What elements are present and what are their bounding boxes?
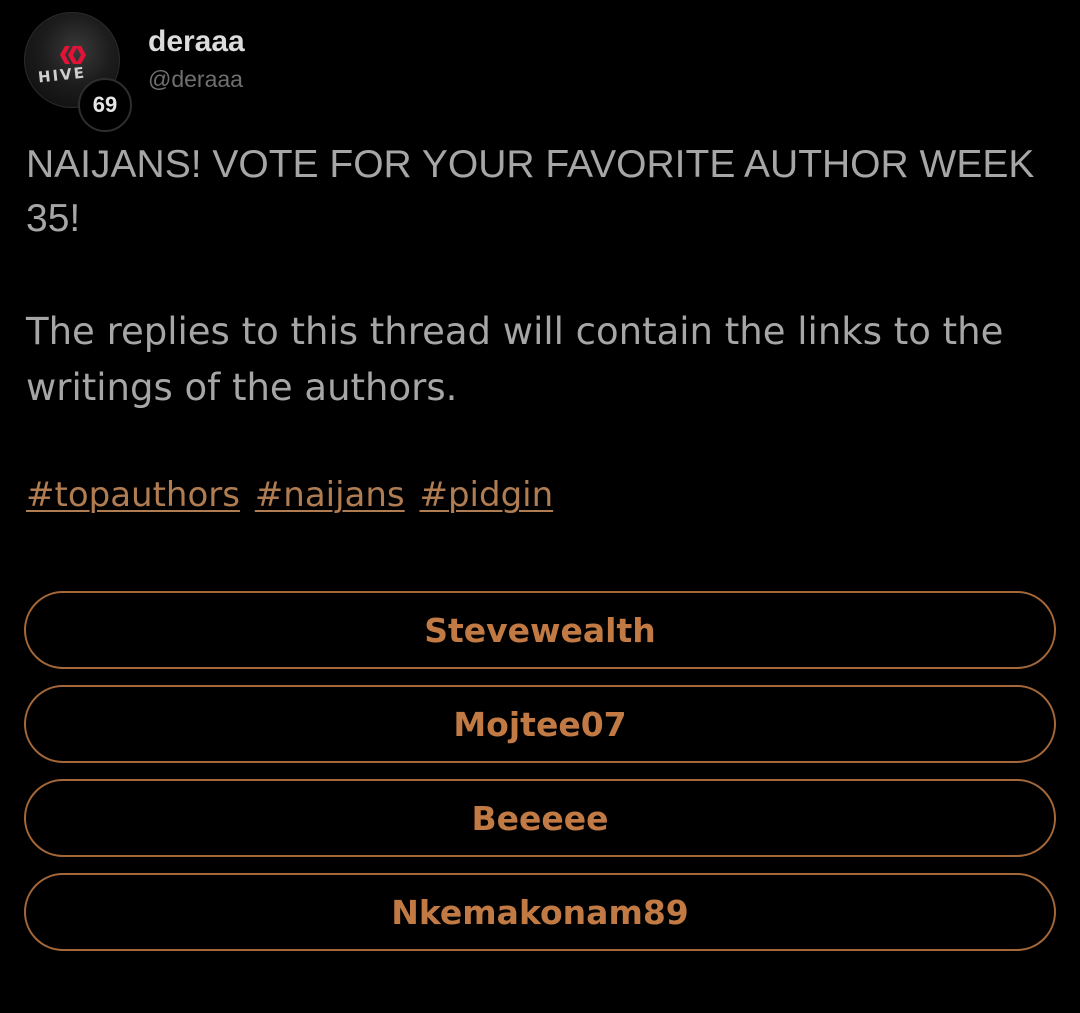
poll-option-button[interactable]: Mojtee07 (24, 685, 1056, 763)
avatar-container[interactable]: HIVE 69 (24, 12, 132, 132)
poll-option-button[interactable]: Stevewealth (24, 591, 1056, 669)
hive-logo-icon (60, 46, 86, 64)
post-card: HIVE 69 deraaa @deraaa NAIJANS! VOTE FOR… (0, 0, 1080, 1013)
level-badge: 69 (78, 78, 132, 132)
author-display-name[interactable]: deraaa (148, 24, 245, 60)
poll-option-button[interactable]: Beeeee (24, 779, 1056, 857)
avatar-logo-text: HIVE (37, 63, 87, 87)
poll: Stevewealth Mojtee07 Beeeee Nkemakonam89 (24, 591, 1056, 967)
author-handle[interactable]: @deraaa (148, 64, 243, 94)
hashtag-list: #topauthors #naijans #pidgin (26, 470, 557, 520)
hashtag-link[interactable]: #naijans (255, 475, 405, 515)
poll-option-button[interactable]: Nkemakonam89 (24, 873, 1056, 951)
post-title: NAIJANS! VOTE FOR YOUR FAVORITE AUTHOR W… (26, 143, 1035, 240)
hashtag-link[interactable]: #pidgin (419, 475, 553, 515)
hashtag-link[interactable]: #topauthors (26, 475, 240, 515)
post-body: The replies to this thread will contain … (26, 310, 1004, 409)
